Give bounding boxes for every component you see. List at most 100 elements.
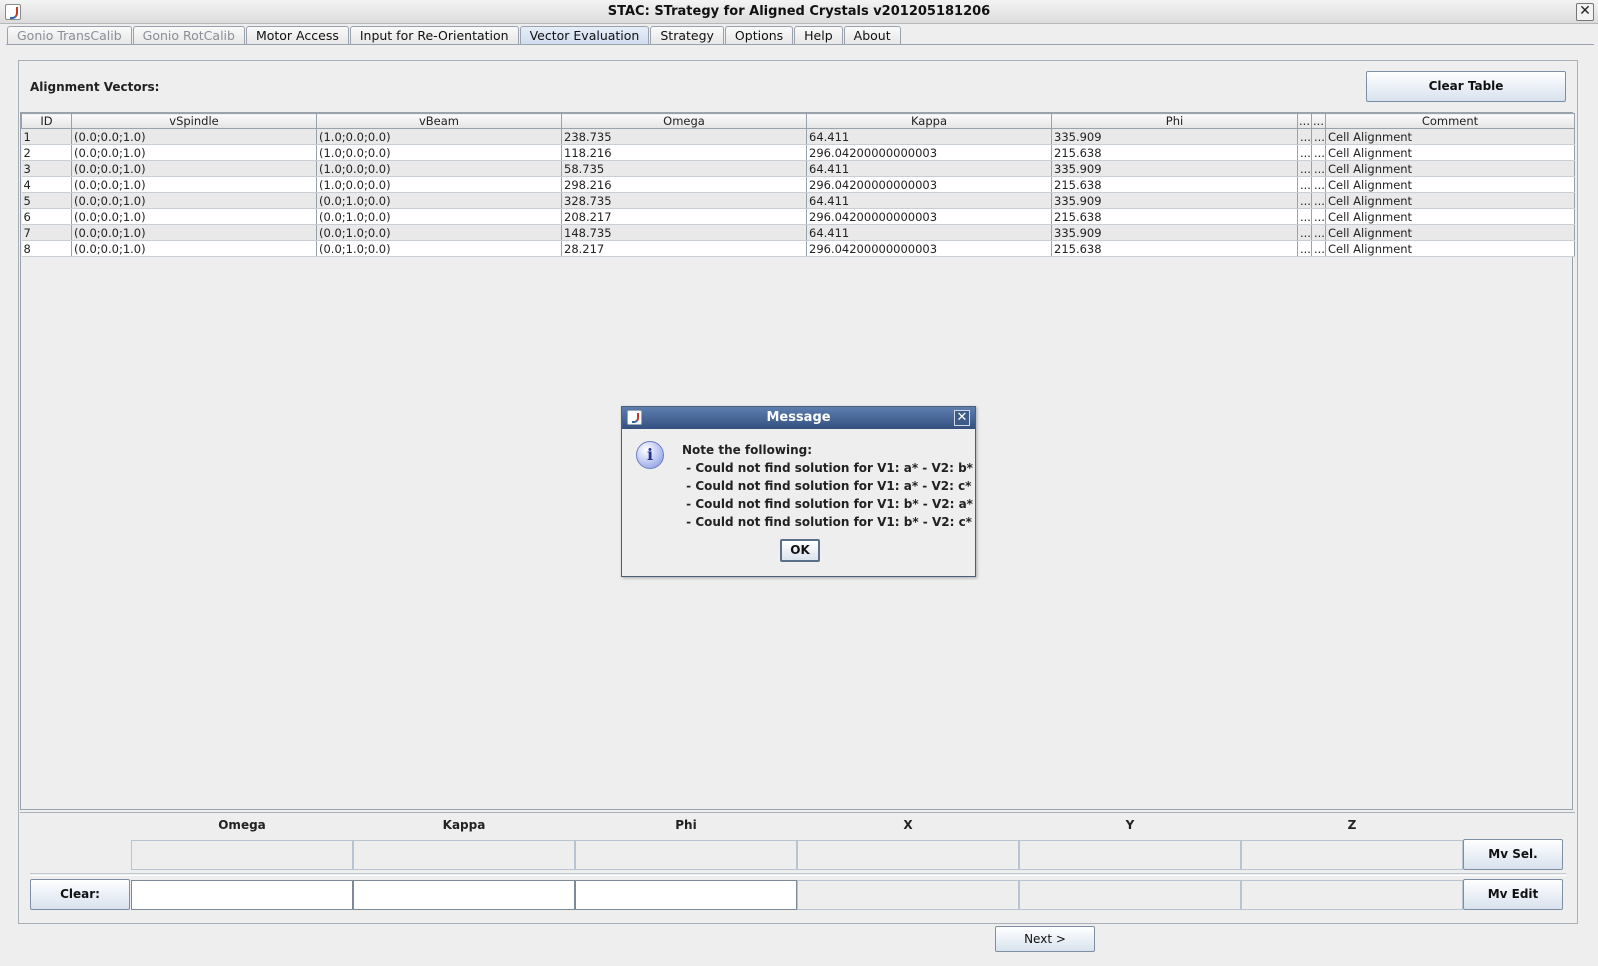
column-header-comment[interactable]: Comment [1325, 113, 1575, 129]
cell-phi[interactable]: 215.638 [1051, 208, 1298, 225]
clear-button[interactable]: Clear: [30, 879, 130, 910]
tab-vector-evaluation[interactable]: Vector Evaluation [519, 26, 650, 45]
cell-omega[interactable]: 298.216 [561, 176, 807, 193]
cell-extra-1[interactable]: ... [1297, 192, 1312, 209]
table-row[interactable]: 2 (0.0;0.0;1.0) (1.0;0.0;0.0) 118.216 296.04… [21, 144, 1575, 161]
cell-extra-1[interactable]: ... [1297, 240, 1312, 257]
column-header-phi[interactable]: Phi [1051, 113, 1298, 129]
next-button[interactable]: Next > [995, 926, 1095, 952]
cell-id[interactable]: 1 [21, 128, 72, 145]
cell-vspindle[interactable]: (0.0;0.0;1.0) [71, 128, 317, 145]
edit-phi-input[interactable] [575, 880, 797, 910]
cell-vspindle[interactable]: (0.0;0.0;1.0) [71, 160, 317, 177]
cell-id[interactable]: 6 [21, 208, 72, 225]
cell-kappa[interactable]: 296.04200000000003 [806, 144, 1052, 161]
clear-table-button[interactable]: Clear Table [1366, 71, 1566, 102]
cell-phi[interactable]: 335.909 [1051, 192, 1298, 209]
edit-omega-input[interactable] [131, 880, 353, 910]
cell-omega[interactable]: 328.735 [561, 192, 807, 209]
cell-comment[interactable]: Cell Alignment [1325, 128, 1575, 145]
cell-extra-2[interactable]: ... [1311, 240, 1326, 257]
tab-options[interactable]: Options [724, 26, 794, 45]
edit-kappa-input[interactable] [353, 880, 575, 910]
cell-extra-2[interactable]: ... [1311, 176, 1326, 193]
cell-vbeam[interactable]: (0.0;1.0;0.0) [316, 192, 562, 209]
cell-omega[interactable]: 238.735 [561, 128, 807, 145]
cell-comment[interactable]: Cell Alignment [1325, 224, 1575, 241]
cell-vbeam[interactable]: (1.0;0.0;0.0) [316, 128, 562, 145]
cell-extra-1[interactable]: ... [1297, 160, 1312, 177]
cell-vspindle[interactable]: (0.0;0.0;1.0) [71, 224, 317, 241]
table-row[interactable]: 7 (0.0;0.0;1.0) (0.0;1.0;0.0) 148.735 64.411… [21, 224, 1575, 241]
window-close-button[interactable]: ✕ [1576, 3, 1594, 21]
cell-extra-2[interactable]: ... [1311, 208, 1326, 225]
tab-motor-access[interactable]: Motor Access [245, 26, 349, 45]
cell-vbeam[interactable]: (0.0;1.0;0.0) [316, 208, 562, 225]
cell-extra-1[interactable]: ... [1297, 208, 1312, 225]
cell-id[interactable]: 3 [21, 160, 72, 177]
cell-omega[interactable]: 148.735 [561, 224, 807, 241]
cell-extra-1[interactable]: ... [1297, 224, 1312, 241]
cell-comment[interactable]: Cell Alignment [1325, 144, 1575, 161]
cell-extra-1[interactable]: ... [1297, 128, 1312, 145]
cell-kappa[interactable]: 296.04200000000003 [806, 240, 1052, 257]
cell-vbeam[interactable]: (0.0;1.0;0.0) [316, 224, 562, 241]
cell-kappa[interactable]: 64.411 [806, 128, 1052, 145]
table-row[interactable]: 1 (0.0;0.0;1.0) (1.0;0.0;0.0) 238.735 64.411… [21, 128, 1575, 145]
cell-comment[interactable]: Cell Alignment [1325, 240, 1575, 257]
cell-phi[interactable]: 335.909 [1051, 128, 1298, 145]
cell-comment[interactable]: Cell Alignment [1325, 160, 1575, 177]
cell-phi[interactable]: 335.909 [1051, 224, 1298, 241]
column-header-extra-2[interactable]: ... [1311, 113, 1326, 129]
cell-extra-2[interactable]: ... [1311, 144, 1326, 161]
tab-help[interactable]: Help [794, 26, 843, 45]
cell-vbeam[interactable]: (0.0;1.0;0.0) [316, 240, 562, 257]
cell-vbeam[interactable]: (1.0;0.0;0.0) [316, 160, 562, 177]
column-header-vbeam[interactable]: vBeam [316, 113, 562, 129]
cell-extra-1[interactable]: ... [1297, 176, 1312, 193]
cell-phi[interactable]: 215.638 [1051, 144, 1298, 161]
ok-button[interactable]: OK [780, 539, 820, 562]
cell-vspindle[interactable]: (0.0;0.0;1.0) [71, 192, 317, 209]
cell-extra-1[interactable]: ... [1297, 144, 1312, 161]
cell-id[interactable]: 4 [21, 176, 72, 193]
cell-kappa[interactable]: 64.411 [806, 224, 1052, 241]
cell-vspindle[interactable]: (0.0;0.0;1.0) [71, 144, 317, 161]
column-header-extra-1[interactable]: ... [1297, 113, 1312, 129]
table-row[interactable]: 8 (0.0;0.0;1.0) (0.0;1.0;0.0) 28.217 296.042… [21, 240, 1575, 257]
table-row[interactable]: 4 (0.0;0.0;1.0) (1.0;0.0;0.0) 298.216 296.04… [21, 176, 1575, 193]
cell-vspindle[interactable]: (0.0;0.0;1.0) [71, 176, 317, 193]
cell-phi[interactable]: 335.909 [1051, 160, 1298, 177]
cell-phi[interactable]: 215.638 [1051, 176, 1298, 193]
column-header-kappa[interactable]: Kappa [806, 113, 1052, 129]
tab-strategy[interactable]: Strategy [650, 26, 724, 45]
cell-omega[interactable]: 118.216 [561, 144, 807, 161]
cell-kappa[interactable]: 296.04200000000003 [806, 176, 1052, 193]
column-header-id[interactable]: ID [21, 113, 72, 129]
cell-id[interactable]: 5 [21, 192, 72, 209]
table-row[interactable]: 3 (0.0;0.0;1.0) (1.0;0.0;0.0) 58.735 64.411 3… [21, 160, 1575, 177]
dialog-close-button[interactable]: ✕ [954, 410, 970, 426]
column-header-omega[interactable]: Omega [561, 113, 807, 129]
cell-kappa[interactable]: 296.04200000000003 [806, 208, 1052, 225]
table-row[interactable]: 6 (0.0;0.0;1.0) (0.0;1.0;0.0) 208.217 296.04… [21, 208, 1575, 225]
cell-omega[interactable]: 28.217 [561, 240, 807, 257]
cell-omega[interactable]: 58.735 [561, 160, 807, 177]
cell-id[interactable]: 2 [21, 144, 72, 161]
cell-vspindle[interactable]: (0.0;0.0;1.0) [71, 208, 317, 225]
tab-about[interactable]: About [843, 26, 901, 45]
tab-input-reorientation[interactable]: Input for Re-Orientation [349, 26, 519, 45]
cell-kappa[interactable]: 64.411 [806, 192, 1052, 209]
table-row[interactable]: 5 (0.0;0.0;1.0) (0.0;1.0;0.0) 328.735 64.411… [21, 192, 1575, 209]
cell-id[interactable]: 7 [21, 224, 72, 241]
cell-vspindle[interactable]: (0.0;0.0;1.0) [71, 240, 317, 257]
cell-extra-2[interactable]: ... [1311, 128, 1326, 145]
cell-omega[interactable]: 208.217 [561, 208, 807, 225]
cell-comment[interactable]: Cell Alignment [1325, 192, 1575, 209]
cell-id[interactable]: 8 [21, 240, 72, 257]
column-header-vspindle[interactable]: vSpindle [71, 113, 317, 129]
cell-vbeam[interactable]: (1.0;0.0;0.0) [316, 176, 562, 193]
cell-extra-2[interactable]: ... [1311, 192, 1326, 209]
cell-extra-2[interactable]: ... [1311, 224, 1326, 241]
cell-comment[interactable]: Cell Alignment [1325, 208, 1575, 225]
